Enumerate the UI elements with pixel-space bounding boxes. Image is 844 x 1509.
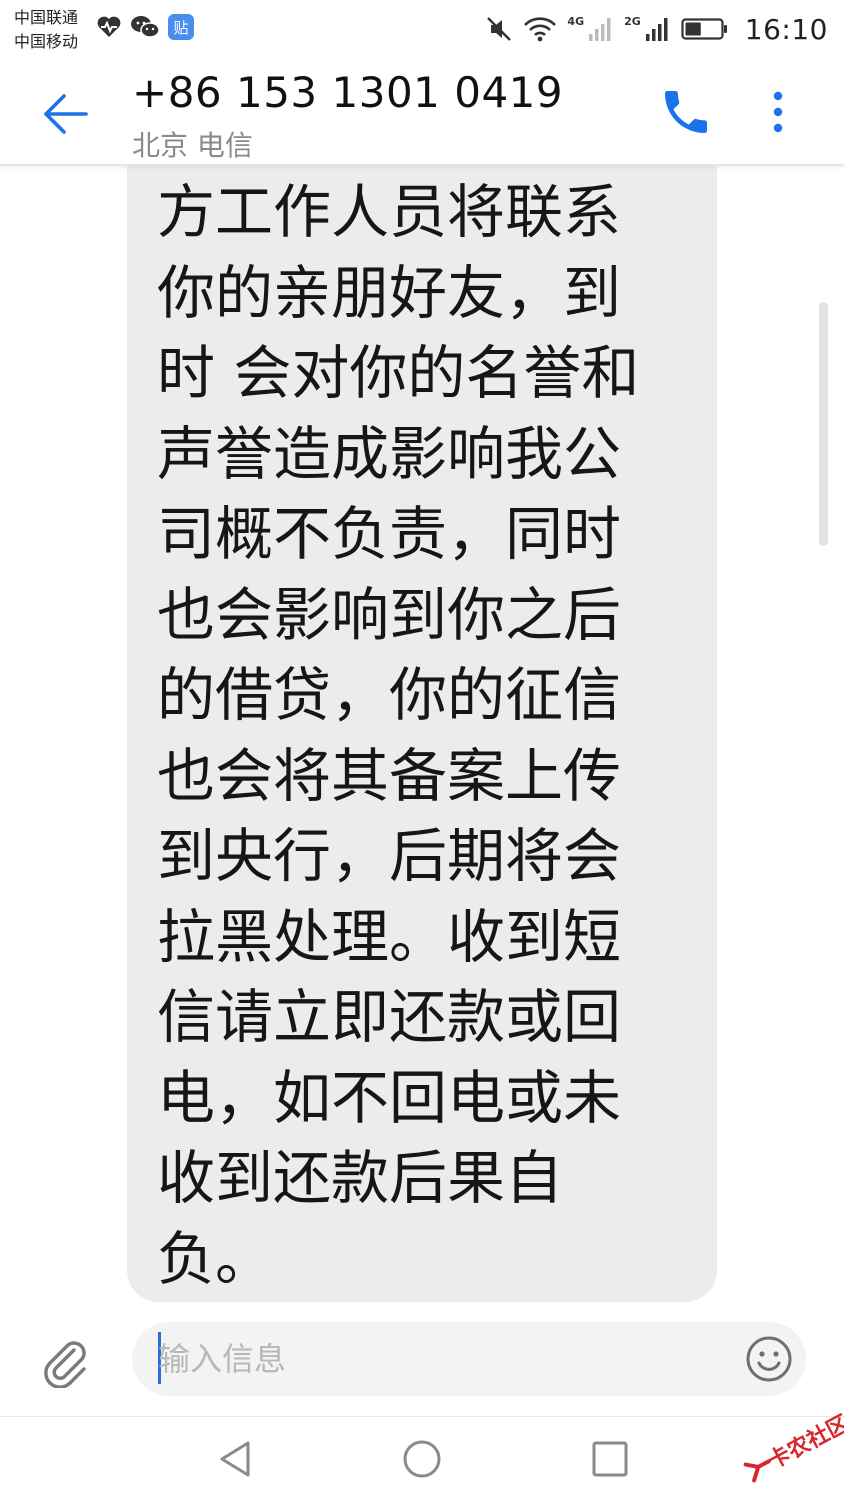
wifi-icon [523,15,557,43]
carrier-1-label: 中国联通 [14,8,79,27]
nav-home-button[interactable] [400,1437,444,1481]
back-arrow-icon [44,94,88,134]
more-vert-icon [773,91,783,133]
back-button[interactable] [36,84,96,144]
emoji-button[interactable] [744,1334,794,1384]
paperclip-icon [44,1341,86,1388]
mute-icon [485,15,513,43]
emoji-icon [746,1336,792,1382]
more-options-button[interactable] [758,84,798,144]
nav-recent-icon [592,1441,628,1477]
contact-location: 北京 电信 [132,129,253,162]
nav-recent-button[interactable] [588,1437,632,1481]
message-bubble[interactable]: 方工作人员将联系你的亲朋好友，到时 会对你的名誉和声誉造成影响我公司概不负责，同… [127,164,717,1302]
attach-button[interactable] [40,1336,92,1388]
heart-rate-icon [96,15,122,39]
call-button[interactable] [658,84,714,140]
signal-icon [588,16,614,42]
battery-icon [681,16,729,42]
system-icons: 4G 2G 16:10 [485,8,828,50]
message-text: 方工作人员将联系你的亲朋好友，到时 会对你的名誉和声誉造成影响我公司概不负责，同… [157,178,640,1293]
scrollbar[interactable] [819,302,828,546]
app-bar: +86 153 1301 0419 北京 电信 [0,58,844,166]
network-2-label: 2G [624,14,641,28]
svg-text:贴: 贴 [173,19,188,37]
signal-icon [645,16,671,42]
clock: 16:10 [744,12,828,46]
wechat-icon [130,14,160,40]
nav-home-icon [403,1440,441,1478]
carrier-2-label: 中国移动 [14,32,79,51]
phone-icon [665,91,707,133]
message-input-container[interactable] [132,1322,806,1396]
system-navigation-bar [0,1416,844,1501]
nav-back-icon [220,1441,250,1477]
status-bar: 中国联通 中国移动 贴 4G 2G 16:10 [0,0,844,58]
tieba-icon: 贴 [168,14,194,40]
message-input[interactable] [158,1330,718,1388]
carrier-labels: 中国联通 中国移动 [14,6,78,54]
conversation-area[interactable]: 方工作人员将联系你的亲朋好友，到时 会对你的名誉和声誉造成影响我公司概不负责，同… [0,164,844,1312]
contact-number: +86 153 1301 0419 [132,68,564,117]
nav-back-button[interactable] [214,1437,258,1481]
watermark-text: 卡农社区 [764,1411,844,1475]
message-composer [0,1312,844,1416]
network-1-label: 4G [567,14,585,28]
notification-icons: 贴 [96,14,194,40]
